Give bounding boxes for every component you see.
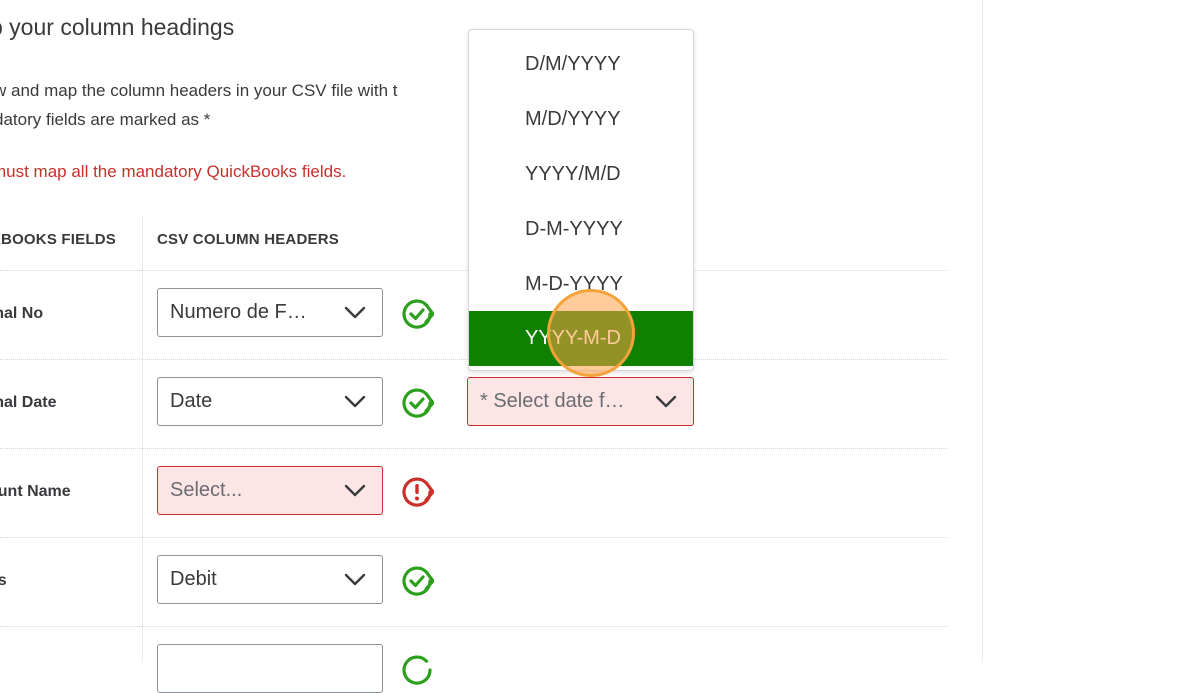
field-label-account-name: ount Name bbox=[0, 483, 71, 500]
chevron-down-icon bbox=[344, 484, 366, 496]
field-label-journal-date: rnal Date bbox=[0, 394, 57, 411]
check-circle-icon bbox=[402, 566, 434, 596]
csv-select-journal-date[interactable]: Date bbox=[157, 377, 383, 426]
csv-select-credits[interactable] bbox=[157, 644, 383, 693]
field-label-debits: its bbox=[0, 572, 7, 589]
row-divider bbox=[0, 626, 948, 627]
date-format-option[interactable]: D/M/YYYY bbox=[469, 37, 693, 92]
check-circle-icon bbox=[402, 655, 432, 685]
exclamation-circle-icon bbox=[402, 477, 434, 507]
page-title: p your column headings bbox=[0, 14, 235, 40]
field-label-journal-no: rnal No bbox=[0, 305, 44, 322]
select-value: Debit bbox=[170, 568, 217, 590]
click-indicator bbox=[547, 289, 635, 377]
qb-fields-column-header: KBOOKS FIELDS bbox=[0, 231, 116, 248]
panel-border bbox=[982, 0, 983, 661]
csv-select-debits[interactable]: Debit bbox=[157, 555, 383, 604]
date-format-option[interactable]: M/D/YYYY bbox=[469, 92, 693, 147]
date-format-option[interactable]: D-M-YYYY bbox=[469, 202, 693, 257]
select-value: Numero de F… bbox=[170, 301, 307, 323]
check-circle-icon bbox=[402, 388, 434, 418]
csv-select-account-name[interactable]: Select... bbox=[157, 466, 383, 515]
chevron-down-icon bbox=[344, 395, 366, 407]
mandatory-error-message: must map all the mandatory QuickBooks fi… bbox=[0, 162, 347, 181]
description-line-2: datory fields are marked as * bbox=[0, 110, 211, 129]
column-divider bbox=[142, 216, 143, 661]
chevron-down-icon bbox=[655, 395, 677, 407]
chevron-down-icon bbox=[344, 306, 366, 318]
check-circle-icon bbox=[402, 299, 434, 329]
page-description: w and map the column headers in your CSV… bbox=[0, 76, 397, 134]
description-line-1: w and map the column headers in your CSV… bbox=[0, 81, 398, 100]
select-placeholder: * Select date f… bbox=[480, 390, 625, 412]
csv-select-journal-no[interactable]: Numero de F… bbox=[157, 288, 383, 337]
date-format-option[interactable]: YYYY/M/D bbox=[469, 147, 693, 202]
csv-headers-column-header: CSV COLUMN HEADERS bbox=[157, 231, 339, 248]
row-divider bbox=[0, 537, 948, 538]
chevron-down-icon bbox=[344, 573, 366, 585]
select-value: Select... bbox=[170, 479, 243, 501]
row-divider bbox=[0, 448, 948, 449]
date-format-select[interactable]: * Select date f… bbox=[467, 377, 694, 426]
select-value: Date bbox=[170, 390, 213, 412]
